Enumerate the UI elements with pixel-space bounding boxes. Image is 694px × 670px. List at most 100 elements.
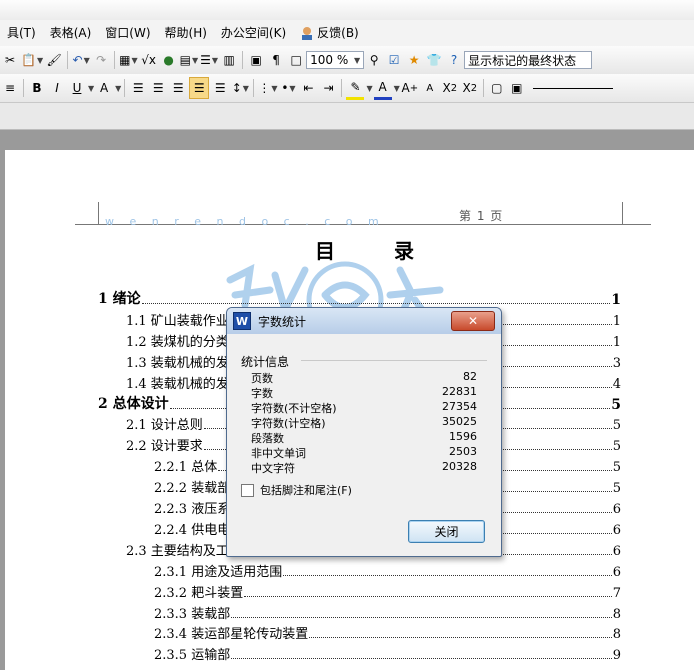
formula-icon[interactable]: √x [140, 50, 158, 70]
stat-row: 页数 82 [251, 370, 477, 385]
border-line-style[interactable] [532, 87, 613, 89]
checkbox-label: 包括脚注和尾注(F) [260, 484, 352, 497]
highlight-icon[interactable]: ✎ [346, 77, 365, 100]
align-center-icon[interactable]: ☰ [149, 78, 167, 98]
toolbar-separator [23, 79, 24, 97]
table-properties-icon[interactable]: ▣ [508, 78, 526, 98]
distributed-align-icon[interactable]: ☰ [211, 78, 229, 98]
underline-button[interactable]: U [68, 78, 86, 98]
shrink-font-icon[interactable]: A [421, 78, 439, 98]
toc-entry-page: 6 [612, 522, 621, 538]
character-shading-button[interactable]: A [95, 78, 113, 98]
stat-label: 中文字符 [251, 462, 295, 475]
format-painter-icon[interactable]: 🖌 [45, 50, 63, 70]
stat-label: 字符数(不计空格) [251, 402, 337, 415]
paste-icon[interactable]: 📋 ▼ [21, 50, 43, 70]
stat-value: 27354 [442, 400, 477, 413]
checkbox-box[interactable] [241, 483, 254, 497]
toc-entry-page: 4 [612, 376, 621, 392]
menu-office-space[interactable]: 办公空间(K) [214, 22, 293, 44]
columns-icon[interactable]: ☰ ▼ [200, 50, 218, 70]
line-spacing-icon[interactable]: ↕ ▼ [231, 78, 249, 98]
table-grid-icon[interactable]: ▤ ▼ [180, 50, 199, 70]
toc-entry-title: 2 总体设计 [98, 395, 169, 412]
decrease-indent-icon[interactable]: ⇤ [299, 78, 317, 98]
toolbar-separator [242, 51, 244, 69]
hyperlink-globe-icon[interactable]: ● [160, 50, 178, 70]
toc-entry[interactable]: 2.3.5 运输部 9 [154, 643, 621, 663]
subscript-icon[interactable]: X2 [461, 78, 479, 98]
toc-entry-page: 6 [612, 502, 621, 517]
group-divider [301, 360, 487, 361]
close-icon[interactable]: ✕ [451, 311, 495, 331]
align-left-icon[interactable]: ☰ [129, 78, 147, 98]
page-view-icon[interactable]: □ [287, 50, 305, 70]
bullets-icon[interactable]: • ▼ [279, 78, 297, 98]
toc-entry-page: 5 [612, 460, 621, 476]
toc-entry[interactable]: 2.3.1 用途及适用范围 6 [154, 560, 621, 580]
watermark-url: w e n r e n d o c . c o m [105, 215, 385, 228]
numbering-icon[interactable]: ⋮ ▼ [258, 78, 277, 98]
toc-entry[interactable]: 2.3.4 装运部星轮传动装置 8 [154, 622, 621, 642]
toc-entry-page: 5 [612, 418, 621, 434]
help-icon[interactable]: ? [445, 50, 463, 70]
stat-row: 中文字符 20328 [251, 460, 477, 475]
toc-entry-title: 2.3.5 运输部 [154, 648, 231, 664]
toc-entry-page: 1 [612, 313, 621, 329]
insert-table-icon[interactable]: ▦ ▼ [119, 50, 138, 70]
show-hide-marks-icon[interactable]: ¶ [267, 50, 285, 70]
undo-icon[interactable]: ↶ ▼ [72, 50, 90, 70]
include-footnotes-checkbox[interactable]: 包括脚注和尾注(F) [241, 482, 352, 498]
justify-icon[interactable]: ☰ [189, 77, 210, 99]
stat-row: 非中文单词 2503 [251, 445, 477, 460]
new-document-icon[interactable]: ▢ [488, 78, 506, 98]
toc-entry[interactable]: 1 绪论 1 [98, 288, 621, 308]
stat-label: 字符数(计空格) [251, 417, 326, 430]
redo-icon[interactable]: ↷ [92, 50, 110, 70]
document-map-icon[interactable]: ▣ [247, 50, 265, 70]
dialog-title-bar[interactable]: W 字数统计 ✕ [227, 308, 501, 334]
menu-tools[interactable]: 具(T) [0, 22, 43, 44]
cut-icon[interactable]: ✂ [1, 50, 19, 70]
stat-label: 段落数 [251, 432, 284, 445]
toc-entry[interactable]: 2.3.3 装载部 8 [154, 602, 621, 622]
increase-indent-icon[interactable]: ⇥ [319, 78, 337, 98]
chevron-down-icon: ▼ [366, 83, 373, 93]
zoom-select[interactable]: 100 % ▼ [306, 51, 365, 69]
toc-entry[interactable]: 2.3.2 耙斗装置 7 [154, 581, 621, 601]
menu-help[interactable]: 帮助(H) [158, 22, 214, 44]
font-color-icon[interactable]: A [373, 77, 392, 100]
toc-entry-page: 1 [611, 292, 621, 308]
close-button[interactable]: 关闭 [408, 520, 485, 543]
header-page-number: 第 1 页 [459, 209, 504, 223]
stat-value: 22831 [442, 385, 477, 398]
italic-button[interactable]: I [48, 78, 66, 98]
track-changes-icon[interactable]: ☑ [385, 50, 403, 70]
toc-leader-dots [309, 637, 612, 639]
toc-entry-title: 1.1 矿山装载作业 [126, 313, 229, 329]
markup-display-select[interactable]: 显示标记的最终状态 [464, 51, 593, 69]
toc-entry-title: 2.2.1 总体 [154, 460, 218, 476]
stat-value: 2503 [449, 445, 477, 458]
menu-feedback[interactable]: 反馈(B) [293, 22, 366, 44]
menu-table[interactable]: 表格(A) [43, 22, 99, 44]
shirt-skin-icon[interactable]: 👕 [425, 50, 443, 70]
toc-entry-title: 2.2.3 液压系 [154, 502, 231, 517]
toc-entry-page: 8 [612, 627, 621, 643]
superscript-icon[interactable]: X2 [441, 78, 459, 98]
align-right-icon[interactable]: ☰ [169, 78, 187, 98]
bold-button[interactable]: B [28, 78, 46, 98]
stat-row: 字数 22831 [251, 385, 477, 400]
toc-entry-title: 2.3.2 耙斗装置 [154, 585, 244, 601]
align-right-icon[interactable]: ≡ [1, 78, 19, 98]
toc-entry-page: 8 [612, 606, 621, 622]
toolbar-separator [114, 51, 116, 69]
stat-value: 35025 [442, 415, 477, 428]
stat-row: 字符数(计空格) 35025 [251, 415, 477, 430]
star-icon[interactable]: ★ [405, 50, 423, 70]
toc-entry-page: 5 [612, 439, 621, 455]
binoculars-find-icon[interactable]: ⚲ [365, 50, 383, 70]
bar-chart-icon[interactable]: ▥ [220, 50, 238, 70]
grow-font-icon[interactable]: A + [401, 78, 419, 98]
menu-window[interactable]: 窗口(W) [98, 22, 157, 44]
